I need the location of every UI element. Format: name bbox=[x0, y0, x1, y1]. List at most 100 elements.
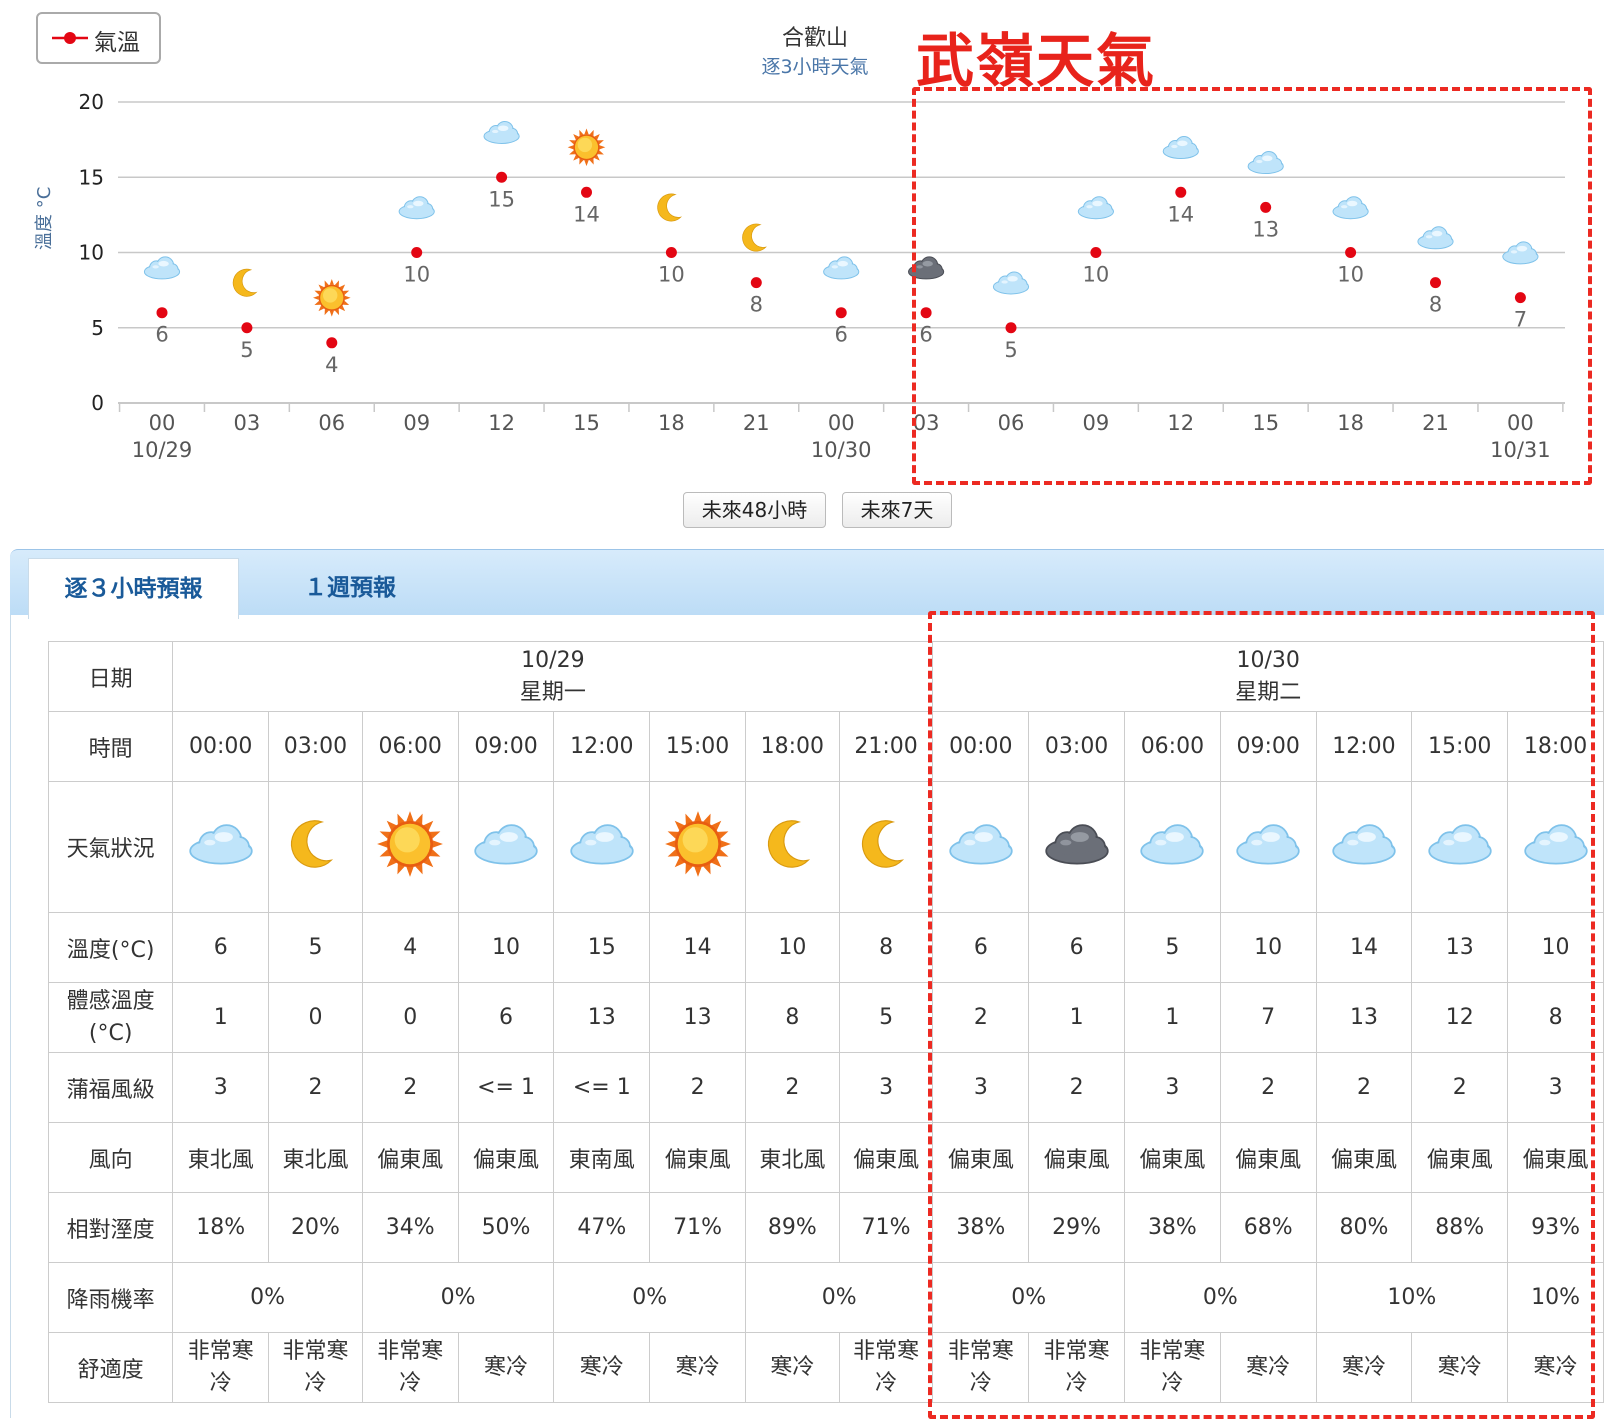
feel-cell: 13 bbox=[553, 982, 651, 1053]
cloud-icon bbox=[474, 824, 538, 865]
rain-cell: 0% bbox=[172, 1262, 363, 1333]
feel-cell: 13 bbox=[649, 982, 746, 1053]
wind_dir-cell: 偏東風 bbox=[649, 1122, 746, 1193]
wind_dir-cell: 東北風 bbox=[744, 1122, 840, 1193]
weekday-text: 星期一 bbox=[519, 679, 586, 705]
times-cell: 21:00 bbox=[838, 711, 934, 782]
feel-cell: 8 bbox=[744, 982, 840, 1053]
comfort-cell: 寒冷 bbox=[553, 1332, 651, 1403]
temp-cell: 4 bbox=[361, 912, 459, 983]
humidity-cell: 71% bbox=[838, 1192, 934, 1263]
x-date-label: 10/29 bbox=[132, 438, 193, 462]
row-header-rain: 降雨機率 bbox=[47, 1262, 174, 1333]
humidity-cell: 71% bbox=[649, 1192, 746, 1263]
times-cell: 15:00 bbox=[649, 711, 746, 782]
tab-3hour[interactable]: 逐３小時預報 bbox=[28, 558, 239, 619]
humidity-cell: 50% bbox=[457, 1192, 555, 1263]
row-header-humidity: 相對溼度 bbox=[47, 1192, 174, 1263]
temperature-point[interactable] bbox=[581, 186, 592, 198]
temperature-point[interactable] bbox=[496, 171, 508, 183]
annotation-box-table bbox=[928, 611, 1595, 1419]
wind_level-cell: 2 bbox=[649, 1052, 746, 1123]
x-tick-label: 18 bbox=[658, 411, 685, 435]
row-header-weather: 天氣狀況 bbox=[47, 781, 174, 913]
data-label: 4 bbox=[325, 353, 338, 377]
temperature-point[interactable] bbox=[411, 247, 423, 258]
annotation-title: 武嶺天氣 bbox=[916, 27, 1157, 95]
comfort-cell: 寒冷 bbox=[457, 1332, 555, 1403]
comfort-cell: 寒冷 bbox=[649, 1332, 746, 1403]
moon-icon bbox=[657, 193, 682, 222]
x-tick-label: 06 bbox=[318, 411, 345, 435]
date-text: 10/29 bbox=[521, 647, 585, 673]
weather-cell bbox=[744, 781, 840, 913]
data-label: 10 bbox=[658, 263, 685, 287]
rain-cell: 0% bbox=[553, 1262, 746, 1333]
humidity-cell: 47% bbox=[553, 1192, 651, 1263]
wind_level-cell: <= 1 bbox=[553, 1052, 651, 1123]
cloud-icon bbox=[570, 824, 634, 865]
temperature-point[interactable] bbox=[750, 277, 762, 289]
times-cell: 18:00 bbox=[744, 711, 840, 782]
sun-icon bbox=[377, 811, 444, 877]
row-header-feel: 體感溫度(°C) bbox=[47, 982, 174, 1053]
comfort-cell: 寒冷 bbox=[744, 1332, 840, 1403]
wind_dir-cell: 東北風 bbox=[268, 1122, 363, 1193]
feel-cell: 1 bbox=[172, 982, 270, 1053]
cloud-icon bbox=[143, 256, 181, 280]
tab-weekly[interactable]: １週預報 bbox=[270, 558, 430, 618]
temp-cell: 14 bbox=[649, 912, 746, 983]
temperature-point[interactable] bbox=[835, 307, 847, 319]
sun-icon bbox=[567, 128, 606, 167]
row-header-wind-level: 蒲福風級 bbox=[47, 1052, 174, 1123]
wind_dir-cell: 偏東風 bbox=[838, 1122, 934, 1193]
temperature-point[interactable] bbox=[665, 247, 677, 258]
feel-cell: 5 bbox=[838, 982, 934, 1053]
next-7d-button[interactable]: 未來7天 bbox=[842, 492, 952, 528]
humidity-cell: 89% bbox=[744, 1192, 840, 1263]
moon-icon bbox=[291, 820, 334, 868]
weather-cell bbox=[268, 781, 363, 913]
times-cell: 12:00 bbox=[553, 711, 651, 782]
weather-cell bbox=[553, 781, 651, 913]
data-label: 15 bbox=[488, 187, 515, 211]
weather-cell bbox=[838, 781, 934, 913]
moon-icon bbox=[768, 820, 811, 868]
wind_level-cell: 2 bbox=[361, 1052, 459, 1123]
rain-cell: 0% bbox=[744, 1262, 934, 1333]
cloud-icon bbox=[823, 256, 860, 280]
data-label: 8 bbox=[750, 293, 763, 317]
row-header-comfort: 舒適度 bbox=[47, 1332, 174, 1403]
wind_level-cell: 3 bbox=[838, 1052, 934, 1123]
humidity-cell: 18% bbox=[172, 1192, 270, 1263]
cloud-icon bbox=[189, 824, 253, 865]
comfort-cell: 非常寒冷 bbox=[838, 1332, 934, 1403]
next-48h-button[interactable]: 未來48小時 bbox=[683, 492, 826, 528]
feel-cell: 6 bbox=[457, 982, 555, 1053]
wind_dir-cell: 東北風 bbox=[172, 1122, 270, 1193]
comfort-cell: 非常寒冷 bbox=[361, 1332, 459, 1403]
moon-icon bbox=[232, 268, 258, 297]
row-header-date: 日期 bbox=[47, 641, 174, 712]
row-header-time: 時間 bbox=[47, 711, 174, 782]
times-cell: 09:00 bbox=[457, 711, 555, 782]
temperature-point[interactable] bbox=[156, 307, 168, 319]
cloud-icon bbox=[483, 120, 520, 144]
rain-cell: 0% bbox=[361, 1262, 555, 1333]
temperature-point[interactable] bbox=[241, 322, 253, 334]
temp-cell: 6 bbox=[172, 912, 270, 983]
feel-cell: 0 bbox=[361, 982, 459, 1053]
y-tick-label: 15 bbox=[79, 165, 104, 189]
humidity-cell: 20% bbox=[268, 1192, 363, 1263]
comfort-cell: 非常寒冷 bbox=[172, 1332, 270, 1403]
wind_dir-cell: 偏東風 bbox=[361, 1122, 459, 1193]
x-tick-label: 09 bbox=[403, 411, 430, 435]
temp-cell: 8 bbox=[838, 912, 934, 983]
weather-cell bbox=[361, 781, 459, 913]
sun-icon bbox=[313, 279, 351, 317]
date-cell: 10/29 星期一 bbox=[172, 641, 934, 712]
y-tick-label: 20 bbox=[79, 90, 104, 114]
temperature-point[interactable] bbox=[326, 337, 338, 349]
y-tick-label: 0 bbox=[91, 391, 104, 415]
temp-cell: 10 bbox=[744, 912, 840, 983]
